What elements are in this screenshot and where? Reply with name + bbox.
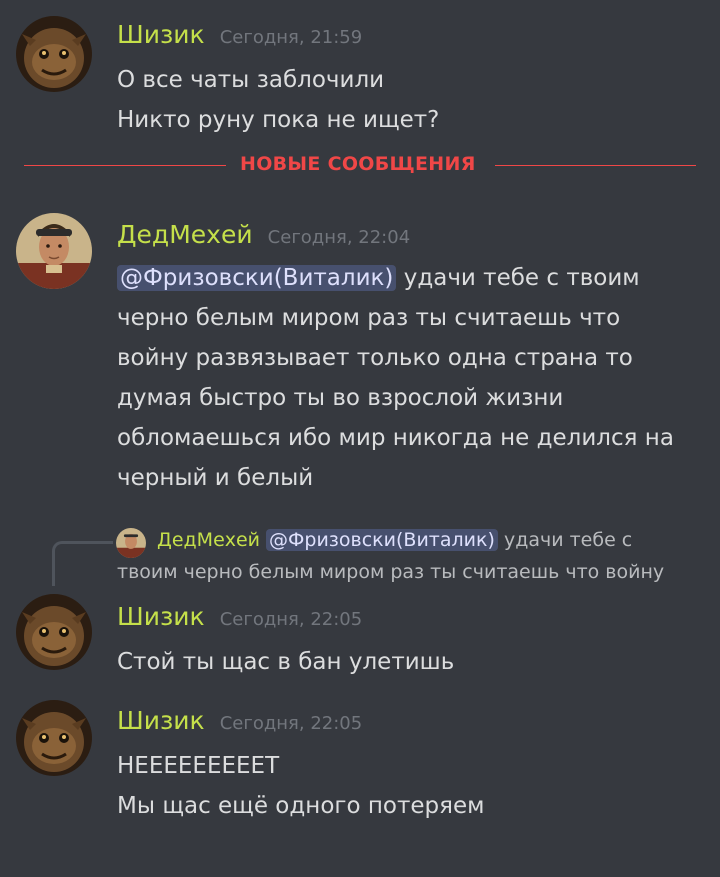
message-line: обломаешься ибо мир никогда не делился н… [117,425,674,451]
author-name[interactable]: ДедМехей [117,220,253,249]
message-line: Мы щас ещё одного потеряем [117,793,485,819]
user-mention[interactable]: @Фризовски(Виталик) [266,529,498,551]
message-header: Шизик Сегодня, 22:05 [117,706,362,735]
message-line: Никто руну пока не ищет? [117,107,440,133]
author-name[interactable]: Шизик [117,706,205,735]
timestamp: Сегодня, 22:05 [219,609,363,630]
divider-line-right [495,165,696,166]
message-line: Стой ты щас в бан улетишь [117,649,455,675]
message: ДедМехей Сегодня, 22:04 @Фризовски(Витал… [0,210,720,500]
message-line: О все чаты заблочили [117,67,385,93]
message-line: войну развязывает только одна страна то [117,345,633,371]
man-avatar-icon[interactable] [16,213,92,289]
message: Шизик Сегодня, 21:59 О все чаты заблочил… [0,10,720,140]
message-content: НЕЕЕЕЕЕЕЕЕТ Мы щас ещё одного потеряем [117,746,690,826]
timestamp: Сегодня, 22:04 [267,227,411,248]
timestamp: Сегодня, 21:59 [219,27,363,48]
reply-author[interactable]: ДедМехей [157,529,260,551]
user-mention[interactable]: @Фризовски(Виталик) [117,265,397,291]
reply-line: твоим черно белым миром раз ты считаешь … [117,561,665,583]
message-content: О все чаты заблочили Никто руну пока не … [117,60,690,140]
timestamp: Сегодня, 22:05 [219,713,363,734]
message-header: Шизик Сегодня, 21:59 [117,20,362,49]
message-line: черный и белый [117,465,314,491]
message-header: Шизик Сегодня, 22:05 [117,602,362,631]
message: Шизик Сегодня, 22:05 Стой ты щас в бан у… [0,594,720,684]
man-avatar-icon [116,528,146,558]
new-messages-label: НОВЫЕ СООБЩЕНИЯ [240,153,476,175]
message-line: НЕЕЕЕЕЕЕЕЕТ [117,753,280,779]
reply-spine [52,541,113,586]
reply-reference[interactable]: ДедМехей @Фризовски(Виталик) удачи тебе с… [0,525,720,590]
message-content: Стой ты щас в бан улетишь [117,642,690,682]
message: Шизик Сегодня, 22:05 НЕЕЕЕЕЕЕЕЕТ Мы щас … [0,698,720,828]
goblin-avatar-icon[interactable] [16,700,92,776]
message-header: ДедМехей Сегодня, 22:04 [117,220,410,249]
message-text: удачи тебе с твоим [403,265,640,291]
message-line: черно белым миром раз ты считаешь что [117,305,621,331]
reply-text: удачи тебе с [503,529,633,551]
message-line: думая быстро ты во взрослой жизни [117,385,564,411]
goblin-avatar-icon[interactable] [16,16,92,92]
new-messages-divider: НОВЫЕ СООБЩЕНИЯ [0,153,720,179]
message-content: @Фризовски(Виталик) удачи тебе с твоим ч… [117,258,690,498]
divider-line-left [24,165,226,166]
author-name[interactable]: Шизик [117,20,205,49]
author-name[interactable]: Шизик [117,602,205,631]
reply-line: ДедМехей @Фризовски(Виталик) удачи тебе с [157,529,632,551]
goblin-avatar-icon[interactable] [16,594,92,670]
message-line: @Фризовски(Виталик) удачи тебе с твоим [117,258,690,298]
